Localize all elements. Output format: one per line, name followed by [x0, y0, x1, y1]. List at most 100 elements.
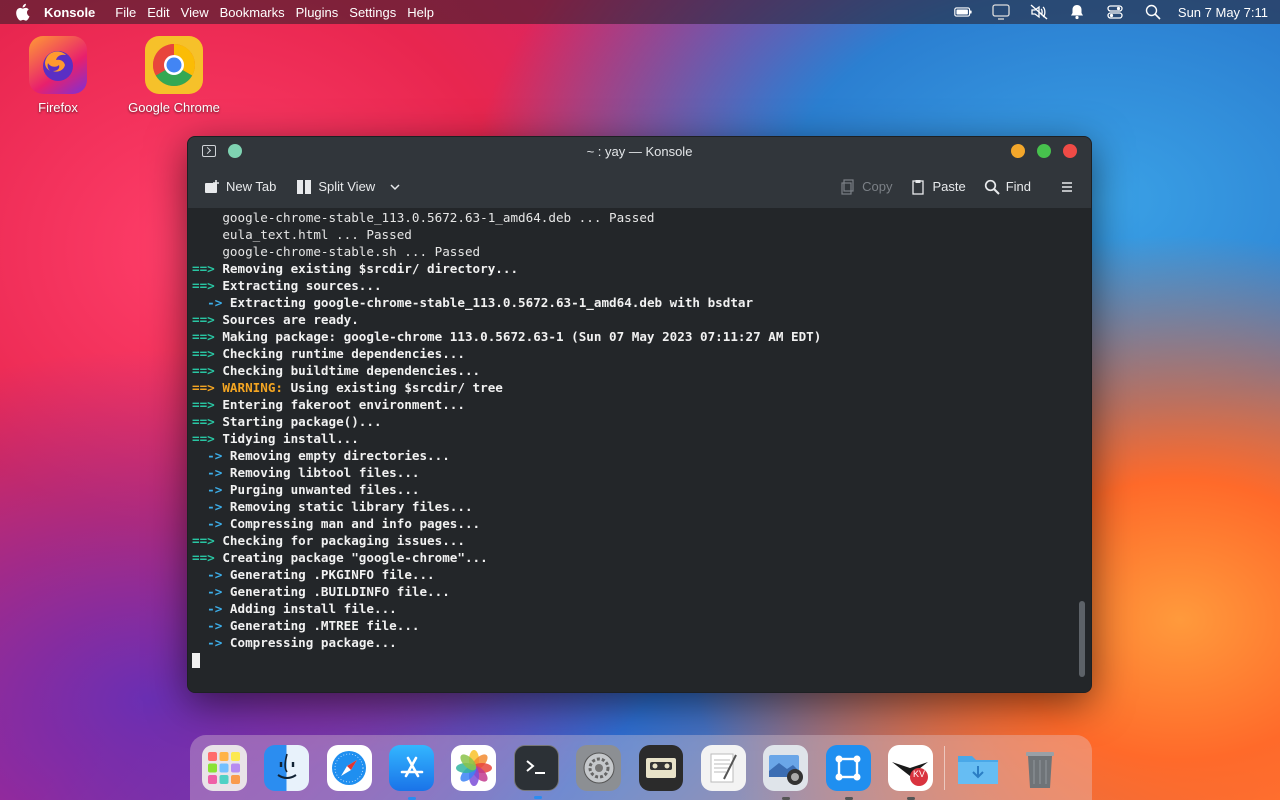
terminal-line: google-chrome-stable_113.0.5672.63-1_amd…: [192, 209, 1091, 226]
menu-file[interactable]: File: [115, 5, 136, 20]
terminal-line-text: Generating .PKGINFO file...: [222, 567, 435, 582]
minimize-button[interactable]: [1011, 144, 1025, 158]
hamburger-menu-button[interactable]: [1059, 179, 1075, 195]
new-tab-button[interactable]: New Tab: [204, 179, 276, 195]
dock-item-text-editor[interactable]: [700, 744, 746, 791]
dock-item-trash[interactable]: [1018, 745, 1063, 791]
terminal-line-text: Tidying install...: [214, 431, 359, 446]
terminal-line-prefix: ==>: [192, 380, 215, 395]
dock-item-finder[interactable]: [264, 744, 310, 791]
dock-item-launchpad[interactable]: [202, 744, 247, 791]
screenshot-icon: [768, 754, 803, 785]
desktop-icon-firefox[interactable]: Firefox: [3, 36, 113, 115]
active-app-name[interactable]: Konsole: [44, 5, 95, 20]
menu-help[interactable]: Help: [407, 5, 434, 20]
terminal-line: ==> Sources are ready.: [192, 311, 1091, 328]
scrollbar-thumb[interactable]: [1079, 601, 1085, 677]
split-view-button[interactable]: Split View: [296, 179, 403, 195]
dock-item-terminal[interactable]: [513, 744, 559, 799]
close-button[interactable]: [1063, 144, 1077, 158]
dock-item-kvantum[interactable]: KV: [888, 744, 933, 800]
terminal-icon: [526, 759, 546, 774]
notifications-icon[interactable]: [1058, 0, 1096, 24]
terminal-output[interactable]: google-chrome-stable_113.0.5672.63-1_amd…: [188, 209, 1091, 692]
control-center-icon[interactable]: [1096, 0, 1134, 24]
terminal-line-prefix: ->: [192, 618, 223, 633]
terminal-scrollbar[interactable]: [1079, 209, 1085, 692]
terminal-line-text: eula_text.html ... Passed: [192, 227, 412, 242]
konsole-toolbar: New Tab Split View Copy Paste Find: [188, 165, 1091, 209]
keep-above-button[interactable]: [228, 144, 242, 158]
paste-button[interactable]: Paste: [910, 179, 966, 195]
apple-icon: [16, 3, 30, 21]
terminal-prompt-line: [192, 651, 1091, 668]
find-label: Find: [1005, 179, 1031, 194]
dock-running-indicator: [408, 796, 417, 800]
window-menu-icon[interactable]: [202, 145, 216, 157]
menu-plugins[interactable]: Plugins: [296, 5, 339, 20]
dock-item-system-preferences[interactable]: [576, 744, 622, 791]
copy-button[interactable]: Copy: [840, 178, 892, 195]
app-store-icon: [400, 756, 423, 777]
safari-icon: [332, 750, 367, 785]
battery-icon[interactable]: [944, 0, 982, 24]
dock-item-downloads[interactable]: [955, 745, 1000, 791]
dock-running-indicator: [907, 796, 915, 800]
menu-edit[interactable]: Edit: [147, 5, 169, 20]
terminal-line-text: Adding install file...: [222, 601, 397, 616]
finder-icon: [277, 753, 297, 779]
volume-muted-icon[interactable]: [1020, 0, 1058, 24]
dock-item-screenshot[interactable]: [763, 744, 809, 800]
dock-item-cassette[interactable]: [638, 744, 684, 791]
dock-item-xcode-like[interactable]: [825, 744, 871, 800]
terminal-line: ==> Removing existing $srcdir/ directory…: [192, 260, 1091, 277]
terminal-line-prefix: ==>: [192, 414, 215, 429]
terminal-line: -> Purging unwanted files...: [192, 481, 1091, 498]
terminal-line-text: Making package: google-chrome 113.0.5672…: [214, 329, 822, 344]
terminal-line-prefix: ==>: [192, 329, 215, 344]
desktop-icon-google-chrome[interactable]: Google Chrome: [119, 36, 229, 115]
terminal-line-text: Removing libtool files...: [222, 465, 420, 480]
terminal-line-text: google-chrome-stable_113.0.5672.63-1_amd…: [192, 210, 655, 225]
display-icon[interactable]: [982, 0, 1020, 24]
xcode-like-icon: [835, 755, 861, 780]
menu-bookmarks[interactable]: Bookmarks: [220, 5, 285, 20]
window-titlebar[interactable]: ~ : yay — Konsole: [188, 137, 1091, 165]
konsole-window: ~ : yay — Konsole New Tab Split View Cop…: [187, 136, 1092, 693]
terminal-line-prefix: ->: [192, 482, 223, 497]
terminal-line: ==> Making package: google-chrome 113.0.…: [192, 328, 1091, 345]
split-view-icon: [297, 179, 312, 194]
new-tab-label: New Tab: [226, 179, 277, 194]
terminal-line: -> Generating .PKGINFO file...: [192, 566, 1091, 583]
terminal-line: -> Removing empty directories...: [192, 447, 1091, 464]
maximize-button[interactable]: [1037, 144, 1051, 158]
find-button[interactable]: Find: [984, 179, 1031, 195]
terminal-line-prefix: ==>: [192, 363, 215, 378]
terminal-line: ==> Checking for packaging issues...: [192, 532, 1091, 549]
split-view-label: Split View: [318, 179, 376, 194]
menubar-clock[interactable]: Sun 7 May 7:11: [1178, 5, 1268, 20]
dock-running-indicator: [844, 796, 853, 800]
dock-running-indicator: [782, 796, 791, 800]
terminal-line-text: Checking runtime dependencies...: [214, 346, 465, 361]
terminal-line-prefix: ==>: [192, 533, 215, 548]
terminal-line-text: Checking buildtime dependencies...: [214, 363, 481, 378]
terminal-line-prefix: ==>: [192, 550, 215, 565]
terminal-line: -> Adding install file...: [192, 600, 1091, 617]
firefox-icon: [29, 36, 87, 94]
dock-item-safari[interactable]: [326, 744, 372, 791]
terminal-line-prefix: ->: [192, 584, 223, 599]
dock-item-photos[interactable]: [451, 744, 497, 791]
terminal-line: ==> Starting package()...: [192, 413, 1091, 430]
terminal-line-text: Extracting sources...: [214, 278, 382, 293]
chevron-down-icon: [390, 183, 400, 190]
dock-item-app-store[interactable]: [389, 744, 434, 800]
terminal-line-text: Removing empty directories...: [222, 448, 450, 463]
menu-view[interactable]: View: [181, 5, 209, 20]
apple-menu[interactable]: [0, 3, 44, 21]
menu-settings[interactable]: Settings: [349, 5, 396, 20]
downloads-folder-icon: [957, 755, 998, 784]
search-icon[interactable]: [1134, 0, 1172, 24]
google-chrome-icon: [145, 36, 203, 94]
terminal-line-prefix: ->: [192, 499, 223, 514]
